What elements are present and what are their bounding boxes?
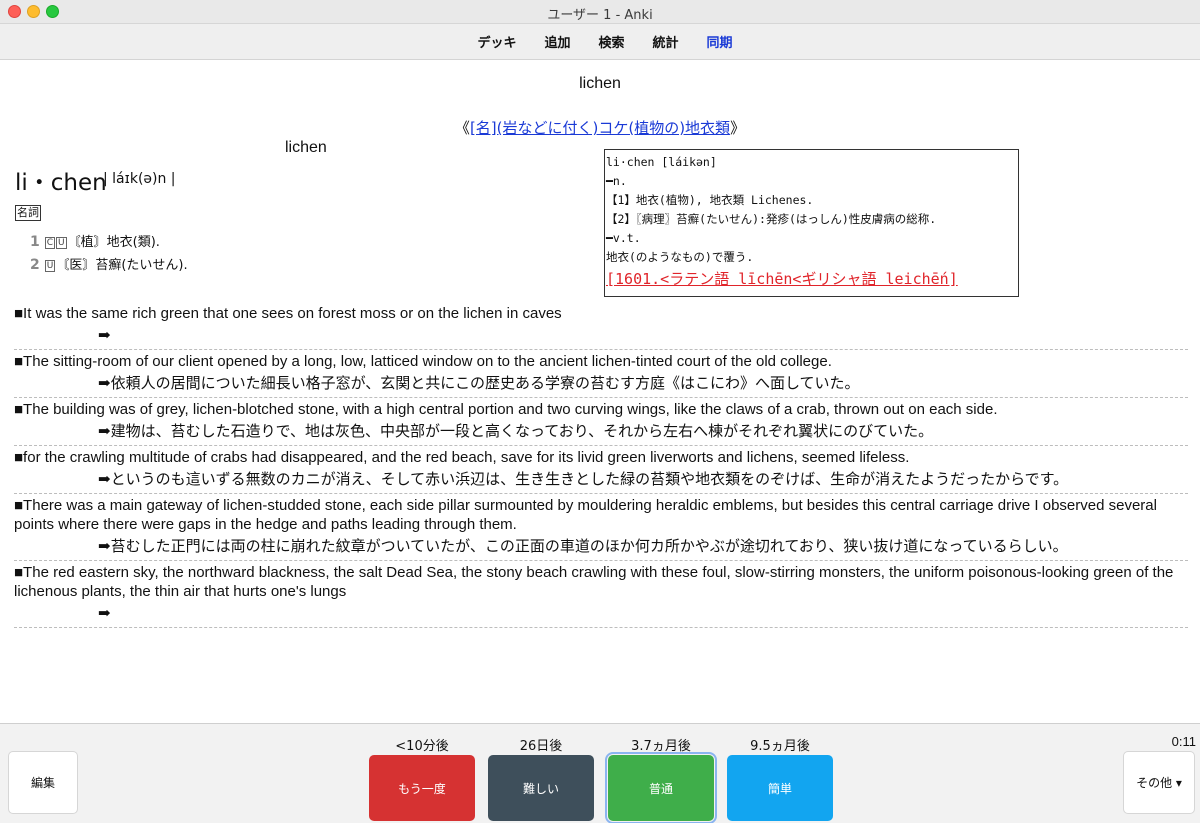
example-japanese: ➡依頼人の居間についた細長い格子窓が、玄関と共にこの歴史ある学寮の苔むす方庭《は… [98,374,860,392]
answer-good-button[interactable]: 普通 [605,752,717,823]
sense-number: 1 [30,234,40,250]
countable-tag: C [44,237,56,249]
headline-open-bracket: 《 [454,119,470,137]
card-front-word: lichen [579,75,621,92]
part-of-speech-badge: 名詞 [15,205,41,221]
easy-interval-label: 9.5ヵ月後 [750,739,810,754]
headline-definition-link[interactable]: [名](岩などに付く)コケ(植物の)地衣類 [470,119,730,137]
title-bar: ユーザー 1 - Anki [0,0,1200,24]
sense-number: 2 [30,257,40,273]
answer-again-button[interactable]: もう一度 [369,755,475,821]
uncountable-tag: U [56,237,67,249]
main-toolbar: デッキ 追加 検索 統計 同期 [0,24,1200,60]
example-item: ■The sitting-room of our client opened b… [14,352,1188,398]
example-english: ■The red eastern sky, the northward blac… [14,564,1174,600]
dict-line: ━n. [606,174,627,188]
dict-etymology-link[interactable]: [1601.<ラテン語 līchēn<ギリシャ語 leichḗn] [605,267,1018,291]
edit-button[interactable]: 編集 [8,751,78,814]
example-english: ■There was a main gateway of lichen-stud… [14,497,1157,533]
card-view: lichen 《[名](岩などに付く)コケ(植物の)地衣類》 lichen li… [0,61,1200,723]
good-interval-label: 3.7ヵ月後 [631,739,691,754]
window-title: ユーザー 1 - Anki [547,8,653,23]
dict-line: 【2】〖病理〗苔癬(たいせん):発疹(はっしん)性皮膚病の総称. [606,212,937,226]
answer-hard-button[interactable]: 難しい [488,755,594,821]
uncountable-tag: U [44,260,56,272]
toolbar-stats-link[interactable]: 統計 [653,32,679,51]
example-english: ■The sitting-room of our client opened b… [14,353,832,370]
example-item: ■It was the same rich green that one see… [14,304,1188,350]
headline-close-bracket: 》 [730,119,746,137]
example-sentences: ■It was the same rich green that one see… [14,304,1188,630]
answer-easy-button[interactable]: 簡単 [727,755,833,821]
card-headline: 《[名](岩などに付く)コケ(植物の)地衣類》 [0,117,1200,138]
example-item: ■There was a main gateway of lichen-stud… [14,496,1188,561]
dict-line: li·chen [láikən] [606,155,717,169]
toolbar-add-link[interactable]: 追加 [544,32,570,51]
example-japanese: ➡建物は、苔むした石造りで、地は灰色、中央部が一段と高くなっており、それから左右… [98,422,934,440]
toolbar-sync-link[interactable]: 同期 [707,32,733,51]
entry-word-small: lichen [285,139,327,156]
review-timer: 0:11 [1171,734,1196,749]
again-interval-label: <10分後 [395,739,449,754]
sense-text: 〘医〙苔癬(たいせん). [56,258,188,273]
dict-line: 【1】地衣(植物), 地衣類 Lichenes. [606,193,814,207]
example-japanese: ➡ [98,326,111,344]
dictionary-entry-box: li·chen [láikən] ━n. 【1】地衣(植物), 地衣類 Lich… [604,149,1019,297]
example-item: ■The red eastern sky, the northward blac… [14,563,1188,628]
example-item: ■for the crawling multitude of crabs had… [14,448,1188,494]
review-bottom-bar: 編集 <10分後 26日後 3.7ヵ月後 9.5ヵ月後 もう一度 難しい 普通 … [0,723,1200,823]
example-japanese: ➡というのも這いずる無数のカニが消え、そして赤い浜辺は、生き生きとした緑の苔類や… [98,470,1069,488]
toolbar-browse-link[interactable]: 検索 [598,32,624,51]
example-english: ■It was the same rich green that one see… [14,305,562,322]
example-english: ■The building was of grey, lichen-blotch… [14,401,998,418]
example-english: ■for the crawling multitude of crabs had… [14,449,910,466]
example-item: ■The building was of grey, lichen-blotch… [14,400,1188,446]
entry-headword: li・chen [15,170,107,196]
dict-line: ━v.t. [606,231,641,245]
dict-line: 地衣(のようなもの)で覆う. [606,250,754,264]
entry-pronunciation: | láɪk(ə)n | [103,171,176,187]
toolbar-decks-link[interactable]: デッキ [477,32,516,51]
more-options-button[interactable]: その他 ▾ [1123,751,1195,814]
example-japanese: ➡苔むした正門には両の柱に崩れた紋章がついていたが、この正面の車道のほか何カ所か… [98,537,1068,555]
sense-item: 2 U 〘医〙苔癬(たいせん). [30,254,188,273]
sense-text: 〘植〙地衣(類). [67,235,160,250]
example-japanese: ➡ [98,604,111,622]
sense-item: 1 C U 〘植〙地衣(類). [30,231,160,250]
hard-interval-label: 26日後 [519,739,563,754]
